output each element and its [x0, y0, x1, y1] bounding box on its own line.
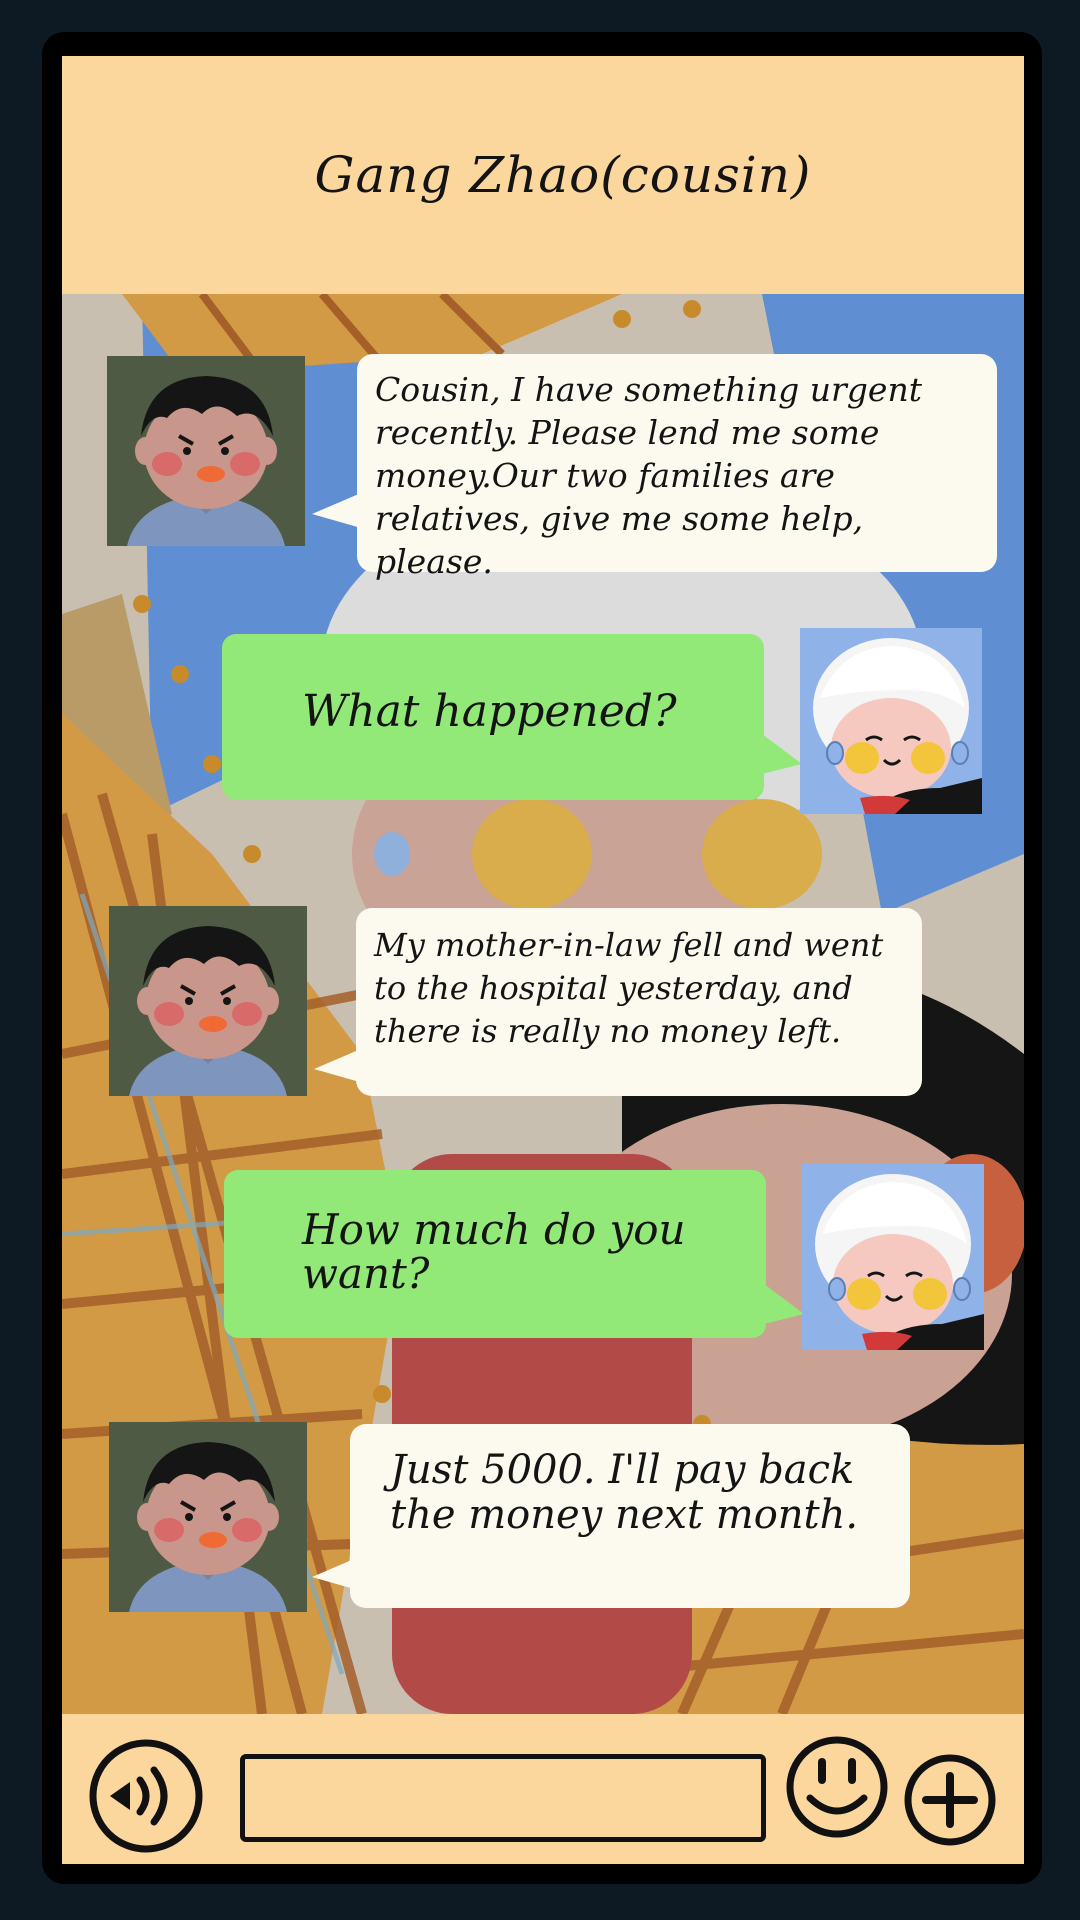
my-avatar[interactable] [802, 1164, 984, 1350]
voice-button[interactable] [88, 1738, 204, 1854]
incoming-message-bubble[interactable]: My mother-in-law fell and went to the ho… [356, 908, 922, 1096]
message-text: My mother-in-law fell and went to the ho… [374, 926, 884, 1050]
bubble-tail [762, 734, 802, 774]
incoming-message-bubble[interactable]: Just 5000. I'll pay back the money next … [350, 1424, 910, 1608]
message-input[interactable] [240, 1754, 766, 1842]
smiley-emoji-icon [786, 1736, 888, 1838]
speaker-voice-icon [89, 1739, 203, 1853]
message-list[interactable]: Cousin, I have something urgent recently… [62, 294, 1024, 1714]
phone-frame: Gang Zhao(cousin) Cousin, I have somethi… [42, 32, 1042, 1884]
outgoing-message-bubble[interactable]: What happened? [222, 634, 764, 800]
bubble-tail [764, 1284, 804, 1324]
cousin-avatar[interactable] [109, 1422, 307, 1612]
cousin-avatar[interactable] [109, 906, 307, 1096]
outgoing-message-bubble[interactable]: How much do you want? [224, 1170, 766, 1338]
plus-button[interactable] [902, 1752, 998, 1848]
message-text: How much do you want? [302, 1205, 686, 1298]
message-text: What happened? [302, 686, 677, 737]
message-row: Cousin, I have something urgent recently… [62, 294, 1024, 581]
message-row: Just 5000. I'll pay back the money next … [62, 294, 1024, 1612]
plus-circle-icon [904, 1754, 996, 1846]
message-text: Just 5000. I'll pay back the money next … [390, 1447, 859, 1538]
chat-screen: Gang Zhao(cousin) Cousin, I have somethi… [62, 56, 1024, 1864]
contact-name-title: Gang Zhao(cousin) [314, 146, 812, 204]
input-toolbar [62, 1714, 1024, 1864]
emoji-button[interactable] [784, 1732, 890, 1842]
chat-header: Gang Zhao(cousin) [62, 56, 1024, 294]
cousin-avatar[interactable] [107, 356, 305, 546]
my-avatar[interactable] [800, 628, 982, 814]
incoming-message-bubble[interactable]: Cousin, I have something urgent recently… [357, 354, 997, 581]
message-text: Cousin, I have something urgent recently… [375, 370, 922, 581]
